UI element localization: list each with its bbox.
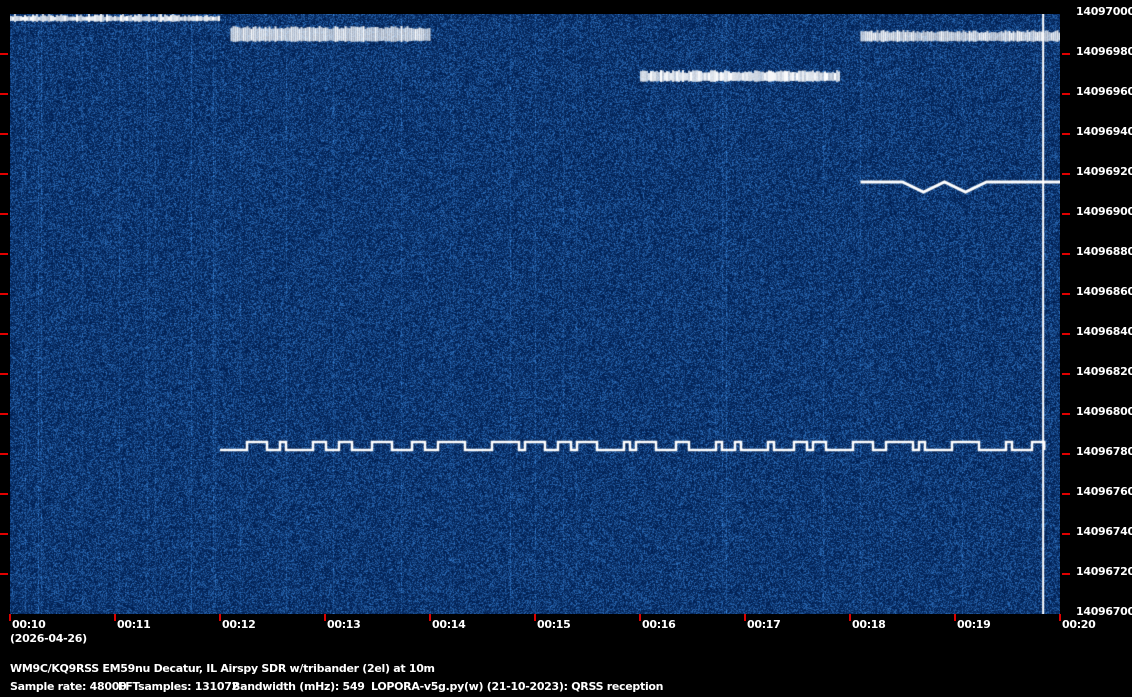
y-tick-label: 14096840 xyxy=(1076,325,1132,338)
y-tick-label: 14096900 xyxy=(1076,205,1132,218)
x-tick xyxy=(9,614,11,621)
sample-rate: Sample rate: 48000 xyxy=(10,680,126,693)
y-tick-label: 14096760 xyxy=(1076,485,1132,498)
y-tick-right xyxy=(1062,533,1070,535)
y-tick-right xyxy=(1062,293,1070,295)
y-tick-label: 14096920 xyxy=(1076,165,1132,178)
x-tick xyxy=(114,614,116,621)
y-tick-left xyxy=(0,333,8,335)
x-tick xyxy=(1059,614,1061,621)
y-tick-label: 14096720 xyxy=(1076,565,1132,578)
x-tick-label: 00:19 xyxy=(957,618,991,631)
y-tick-right xyxy=(1062,253,1070,255)
y-tick-right xyxy=(1062,413,1070,415)
y-tick-left xyxy=(0,533,8,535)
y-tick-right xyxy=(1062,93,1070,95)
y-tick-label: 14096700 xyxy=(1076,605,1132,618)
x-tick xyxy=(324,614,326,621)
x-tick-label: 00:14 xyxy=(432,618,466,631)
y-tick-right xyxy=(1062,573,1070,575)
software-info: LOPORA-v5g.py(w) (21-10-2023): QRSS rece… xyxy=(371,680,663,693)
x-tick-label: 00:20 xyxy=(1062,618,1096,631)
y-tick-right xyxy=(1062,173,1070,175)
x-tick-label: 00:11 xyxy=(117,618,151,631)
y-tick-label: 14096940 xyxy=(1076,125,1132,138)
y-tick-left xyxy=(0,413,8,415)
x-tick-label: 00:13 xyxy=(327,618,361,631)
y-tick-left xyxy=(0,493,8,495)
x-tick xyxy=(849,614,851,621)
y-tick-left xyxy=(0,53,8,55)
y-tick-right xyxy=(1062,453,1070,455)
y-tick-left xyxy=(0,293,8,295)
y-tick-label: 14096980 xyxy=(1076,45,1132,58)
x-tick xyxy=(639,614,641,621)
y-tick-label: 14096800 xyxy=(1076,405,1132,418)
y-tick-left xyxy=(0,253,8,255)
x-tick xyxy=(954,614,956,621)
waterfall-plot xyxy=(10,14,1060,614)
y-tick-right xyxy=(1062,133,1070,135)
x-tick-label: 00:18 xyxy=(852,618,886,631)
y-tick-label: 14096880 xyxy=(1076,245,1132,258)
x-tick-label: 00:17 xyxy=(747,618,781,631)
y-tick-left xyxy=(0,133,8,135)
station-info: WM9C/KQ9RSS EM59nu Decatur, IL Airspy SD… xyxy=(10,662,435,675)
y-tick-label: 14096820 xyxy=(1076,365,1132,378)
x-tick-label: 00:10 xyxy=(12,618,46,631)
y-tick-label: 14096740 xyxy=(1076,525,1132,538)
x-tick-label: 00:12 xyxy=(222,618,256,631)
y-tick-left xyxy=(0,573,8,575)
y-tick-left xyxy=(0,373,8,375)
y-tick-left xyxy=(0,173,8,175)
y-tick-label: 14096860 xyxy=(1076,285,1132,298)
y-tick-label: 14096960 xyxy=(1076,85,1132,98)
date-label: (2026-04-26) xyxy=(10,632,87,645)
x-tick xyxy=(744,614,746,621)
y-tick-left xyxy=(0,453,8,455)
bandwidth: Bandwidth (mHz): 549 xyxy=(232,680,365,693)
fft-samples: FFTsamples: 131072 xyxy=(118,680,239,693)
x-tick-label: 00:16 xyxy=(642,618,676,631)
x-tick xyxy=(534,614,536,621)
y-tick-right xyxy=(1062,493,1070,495)
x-tick xyxy=(219,614,221,621)
y-tick-right xyxy=(1062,373,1070,375)
y-tick-right xyxy=(1062,333,1070,335)
y-tick-left xyxy=(0,213,8,215)
y-tick-label: 14096780 xyxy=(1076,445,1132,458)
y-tick-label: 14097000 xyxy=(1076,5,1132,18)
x-tick xyxy=(429,614,431,621)
x-tick-label: 00:15 xyxy=(537,618,571,631)
y-tick-right xyxy=(1062,213,1070,215)
y-tick-left xyxy=(0,93,8,95)
y-tick-right xyxy=(1062,53,1070,55)
